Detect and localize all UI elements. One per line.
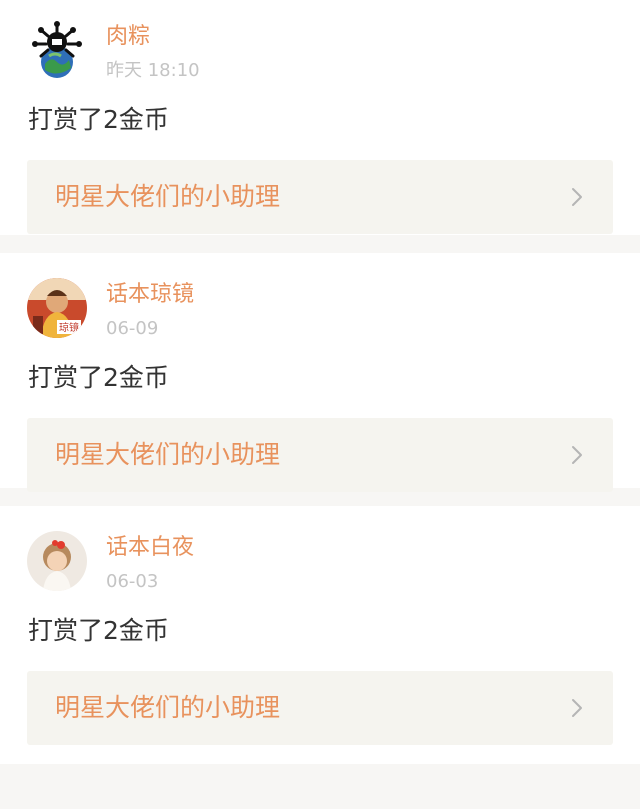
reward-message: 打赏了2金币 xyxy=(28,363,169,392)
reward-message: 打赏了2金币 xyxy=(28,105,169,134)
feed-card: 琼镜 话本琼镜 06-09 打赏了2金币 明星大佬们的小助理 xyxy=(0,253,640,492)
svg-text:琼镜: 琼镜 xyxy=(59,321,79,334)
girl-photo-avatar-icon xyxy=(27,531,87,591)
related-post-link[interactable]: 明星大佬们的小助理 xyxy=(27,671,613,745)
related-post-title: 明星大佬们的小助理 xyxy=(55,182,281,211)
feed-card: 话本白夜 06-03 打赏了2金币 明星大佬们的小助理 xyxy=(0,506,640,764)
reward-message: 打赏了2金币 xyxy=(28,616,169,645)
chevron-right-icon xyxy=(567,186,587,208)
timestamp: 昨天 18:10 xyxy=(106,60,200,81)
reward-feed: 肉粽 昨天 18:10 打赏了2金币 明星大佬们的小助理 琼镜 话本琼镜 06-… xyxy=(0,0,640,764)
username[interactable]: 话本白夜 xyxy=(106,535,194,561)
chevron-right-icon xyxy=(567,697,587,719)
avatar[interactable]: 琼镜 xyxy=(27,278,87,338)
related-post-title: 明星大佬们的小助理 xyxy=(55,693,281,722)
related-post-link[interactable]: 明星大佬们的小助理 xyxy=(27,418,613,492)
timestamp: 06-03 xyxy=(106,571,159,592)
feed-card: 肉粽 昨天 18:10 打赏了2金币 明星大佬们的小助理 xyxy=(0,0,640,235)
timestamp: 06-09 xyxy=(106,318,159,339)
portrait-avatar-icon: 琼镜 xyxy=(27,278,87,338)
username[interactable]: 肉粽 xyxy=(106,24,150,50)
avatar[interactable] xyxy=(27,20,87,80)
virus-globe-icon xyxy=(27,20,87,80)
related-post-title: 明星大佬们的小助理 xyxy=(55,440,281,469)
username[interactable]: 话本琼镜 xyxy=(106,282,194,308)
related-post-link[interactable]: 明星大佬们的小助理 xyxy=(27,160,613,234)
chevron-right-icon xyxy=(567,444,587,466)
avatar[interactable] xyxy=(27,531,87,591)
